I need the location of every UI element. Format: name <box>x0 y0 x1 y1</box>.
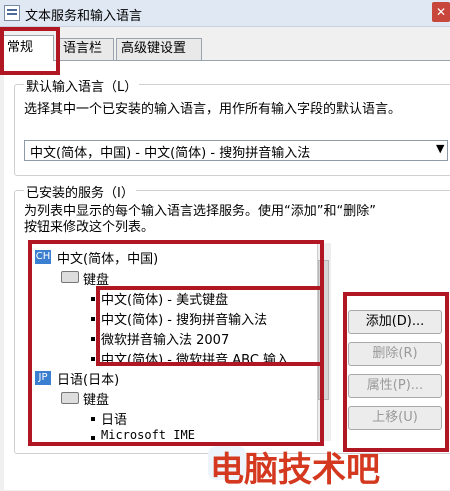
annotation-box <box>0 27 60 75</box>
close-button[interactable]: ✕ <box>432 2 450 22</box>
default-language-description: 选择其中一个已安装的输入语言，用作所有输入字段的默认语言。 <box>24 102 402 117</box>
installed-services-heading: 已安装的服务（I） <box>24 182 136 201</box>
installed-services-description-2: 按钮来修改这个列表。 <box>24 220 155 235</box>
watermark-text: 电脑技术吧 <box>210 450 380 490</box>
tab-language-bar[interactable]: 语言栏 <box>58 38 114 60</box>
annotation-box <box>96 286 324 366</box>
tab-advanced-key-settings[interactable]: 高级键设置 <box>116 38 202 60</box>
annotation-box <box>343 292 449 452</box>
keyboard-app-icon <box>4 5 20 21</box>
default-language-selected: 中文(简体，中国) - 中文(简体) - 搜狗拼音输入法 <box>30 146 311 161</box>
window-title: 文本服务和输入语言 <box>25 9 143 24</box>
default-language-heading: 默认输入语言（L） <box>24 76 140 95</box>
chevron-down-icon[interactable]: ▼ <box>436 142 444 155</box>
